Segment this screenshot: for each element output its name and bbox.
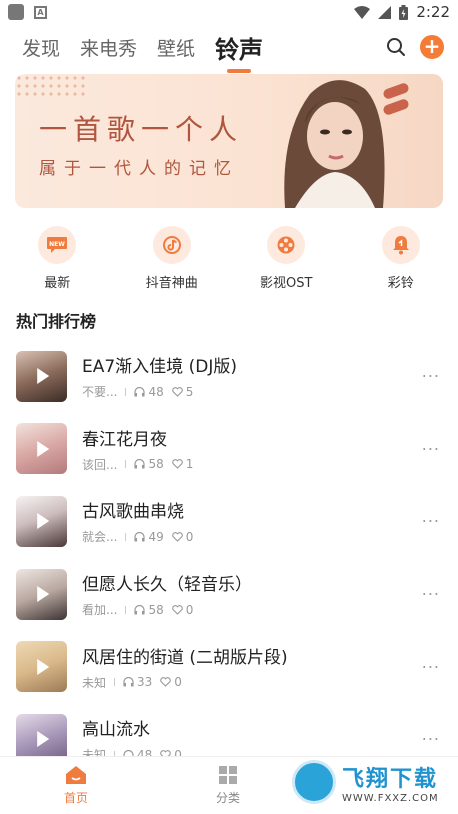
song-thumbnail[interactable] [16,495,67,547]
banner-dot-pattern [15,74,85,98]
song-title: 风居住的街道 (二胡版片段) [82,647,288,668]
like-count: 0 [185,602,194,617]
play-icon [36,440,49,457]
play-icon [36,658,49,675]
headphone-icon [134,604,146,615]
play-icon [36,513,49,530]
active-tab-indicator [227,68,252,73]
nav-category[interactable]: 分类 [152,757,304,814]
watermark-url: WWW.FXXZ.COM [342,792,439,804]
tab-ringtone[interactable]: 铃声 [215,30,263,73]
song-author: 看加... [82,603,118,618]
heart-icon [171,459,183,470]
more-options-icon[interactable]: ··· [422,439,440,458]
svg-text:NEW: NEW [49,241,65,248]
more-options-icon[interactable]: ··· [422,367,440,386]
more-options-icon[interactable]: ··· [422,730,440,749]
category-tiktok[interactable]: 抖音神曲 [115,226,230,291]
tab-call-show[interactable]: 来电秀 [80,34,137,61]
status-bar: A 2:22 [0,0,458,24]
category-grid-icon [219,766,237,784]
nav-home[interactable]: 首页 [0,757,152,814]
tab-wallpaper[interactable]: 壁纸 [157,34,195,61]
like-count: 5 [185,384,194,399]
watermark-logo [292,760,336,804]
wifi-icon [354,5,371,19]
play-count: 58 [148,457,164,472]
like-count: 1 [185,457,194,472]
add-icon[interactable]: + [420,35,444,59]
play-icon [36,731,49,748]
search-icon[interactable] [386,37,406,57]
song-row[interactable]: 古风歌曲串烧 就会... 49 0 ··· [0,485,458,558]
status-time: 2:22 [416,3,450,21]
song-thumbnail[interactable] [16,641,67,693]
song-author: 该回... [82,457,118,472]
film-reel-icon [267,226,306,264]
section-title: 热门排行榜 [16,312,97,331]
song-row[interactable]: EA7渐入佳境 (DJ版) 不要... 48 5 ··· [0,340,458,413]
play-count: 58 [148,602,164,617]
song-list: EA7渐入佳境 (DJ版) 不要... 48 5 ··· 春江花月夜 该回...… [0,340,458,776]
category-label: 最新 [44,276,71,291]
song-title: 高山流水 [82,720,150,741]
category-row: NEW 最新 抖音神曲 影视OST 彩铃 [0,226,458,291]
song-thumbnail[interactable] [16,568,67,620]
notification-a-icon: A [34,5,47,19]
play-count: 48 [148,384,164,399]
play-icon [36,586,49,603]
nav-label: 分类 [215,791,240,805]
promo-banner[interactable]: 一首歌一个人 属于一代人的记忆 [15,74,443,208]
song-author: 不要... [82,385,118,400]
banner-title: 一首歌一个人 [39,113,244,146]
watermark: 飞翔下载 WWW.FXXZ.COM [292,758,448,806]
song-row[interactable]: 春江花月夜 该回... 58 1 ··· [0,413,458,486]
song-thumbnail[interactable] [16,423,67,475]
song-title: 古风歌曲串烧 [82,502,184,523]
category-label: 影视OST [260,276,313,291]
category-label: 彩铃 [387,276,414,291]
more-options-icon[interactable]: ··· [422,585,440,604]
home-icon [66,766,86,784]
nav-label: 首页 [63,791,88,805]
more-options-icon[interactable]: ··· [422,657,440,676]
tiktok-note-icon [152,226,191,264]
category-label: 抖音神曲 [145,276,198,291]
heart-icon [171,532,183,542]
watermark-title: 飞翔下载 [342,766,439,792]
headphone-icon [134,386,146,397]
song-title: 春江花月夜 [82,429,167,450]
new-icon: NEW [38,226,77,264]
category-ringback[interactable]: 彩铃 [344,226,458,291]
like-count: 0 [174,675,182,690]
song-row[interactable]: 风居住的街道 (二胡版片段) 未知 33 0 ··· [0,630,458,703]
play-count: 33 [137,675,153,690]
banner-portrait-image [284,80,385,208]
song-thumbnail[interactable] [16,350,67,402]
heart-icon [171,386,183,397]
notification-app-icon [8,4,24,20]
song-row[interactable]: 但愿人长久（轻音乐） 看加... 58 0 ··· [0,558,458,631]
song-author: 未知 [82,675,107,690]
heart-icon [171,604,183,615]
headphone-icon [123,677,134,687]
category-film-ost[interactable]: 影视OST [229,226,344,291]
more-options-icon[interactable]: ··· [422,512,440,531]
top-nav: 发现 来电秀 壁纸 铃声 + [0,26,458,73]
play-icon [36,368,49,385]
heart-icon [160,677,172,687]
headphone-icon [134,459,146,469]
song-title: EA7渐入佳境 (DJ版) [82,357,237,378]
song-title: 但愿人长久（轻音乐） [82,575,252,596]
signal-icon [378,5,392,19]
like-count: 0 [185,529,194,544]
song-author: 就会... [82,530,118,545]
banner-subtitle: 属于一代人的记忆 [39,159,239,179]
bell-icon [381,226,420,264]
play-count: 49 [148,529,164,544]
battery-icon [399,4,409,20]
headphone-icon [134,531,146,542]
tab-discover[interactable]: 发现 [22,34,60,61]
category-newest[interactable]: NEW 最新 [0,226,115,291]
